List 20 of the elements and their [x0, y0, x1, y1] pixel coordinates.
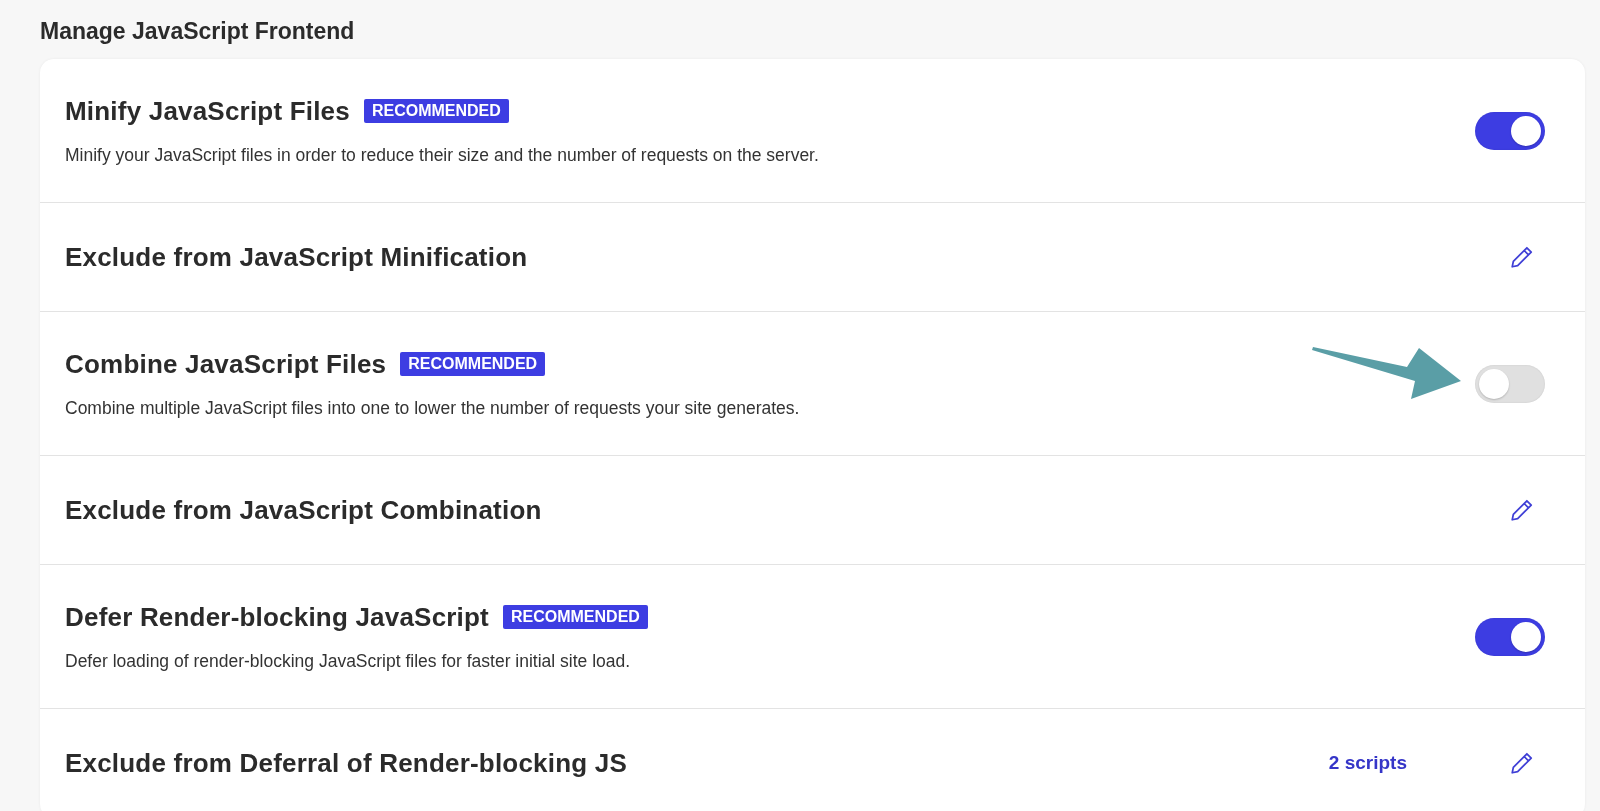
toggle-switch[interactable]	[1475, 617, 1545, 656]
pencil-icon	[1509, 244, 1535, 270]
pencil-icon	[1509, 750, 1535, 776]
setting-title: Combine JavaScript Files	[65, 348, 387, 380]
setting-description: Minify your JavaScript files in order to reduce their size and the number of requests on the server.	[65, 144, 819, 166]
toggle-switch[interactable]	[1475, 111, 1545, 150]
setting-description: Combine multiple JavaScript files into one to lower the number of requests your site generates.	[65, 397, 800, 419]
setting-title: Defer Render-blocking JavaScript	[65, 601, 489, 633]
section-title: Manage JavaScript Frontend	[40, 18, 356, 45]
pencil-icon	[1509, 497, 1535, 523]
recommended-badge: RECOMMENDED	[363, 99, 509, 123]
setting-title: Minify JavaScript Files	[65, 95, 350, 127]
toggle-switch[interactable]	[1475, 364, 1545, 403]
recommended-badge: RECOMMENDED	[400, 352, 546, 376]
setting-title: Exclude from JavaScript Combination	[65, 494, 542, 526]
setting-title: Exclude from Deferral of Render-blocking JS	[65, 747, 627, 779]
setting-title: Exclude from JavaScript Minification	[65, 241, 528, 273]
recommended-badge: RECOMMENDED	[503, 605, 648, 629]
setting-description: Defer loading of render-blocking JavaScript files for faster initial site load.	[65, 650, 632, 672]
scripts-link[interactable]: 2 scripts	[1328, 752, 1407, 774]
